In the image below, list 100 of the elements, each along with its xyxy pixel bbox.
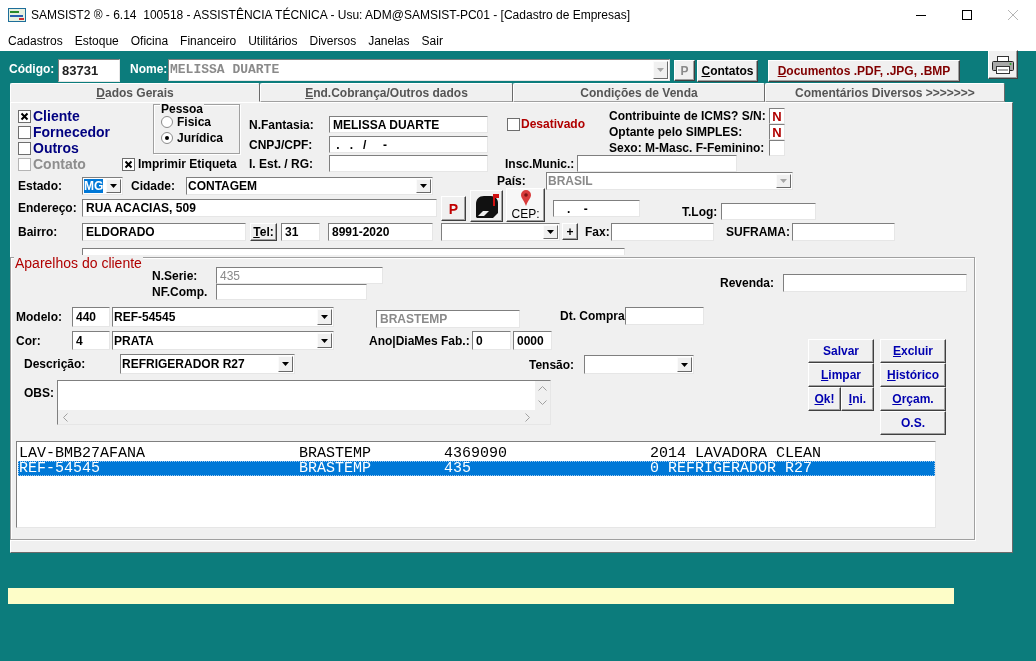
invoice-field[interactable] [216, 284, 367, 300]
year-field[interactable]: 0 [472, 331, 511, 350]
purchase-date-field[interactable] [625, 307, 704, 325]
postal-code-field[interactable]: . - [553, 200, 640, 217]
menu-item[interactable]: Janelas [362, 33, 416, 48]
notes-field[interactable] [57, 380, 551, 425]
mailbox-button[interactable] [470, 190, 503, 222]
tax-id-field[interactable]: . . / - [329, 136, 488, 153]
checkbox[interactable] [18, 125, 31, 139]
model-dropdown[interactable]: REF-54545 [112, 307, 334, 327]
checkbox-label: Contato [33, 156, 86, 172]
state-registration-field[interactable] [329, 155, 488, 172]
cep-button[interactable]: CEP: [506, 188, 545, 222]
district-field[interactable]: ELDORADO [82, 223, 246, 241]
caret-down-icon [547, 230, 554, 234]
list-cell-text: 435 [443, 461, 472, 476]
description-dropdown[interactable]: REFRIGERADOR R27 [120, 354, 295, 374]
checkbox-label: Imprimir Etiqueta [138, 157, 237, 171]
field-label: Dt. Compra [560, 308, 625, 325]
fax-field[interactable] [611, 223, 714, 241]
field-label: Revenda: [720, 275, 776, 292]
chevron-up-icon [538, 385, 547, 391]
address-field[interactable]: RUA ACACIAS, 509 [82, 199, 437, 217]
tab[interactable]: Comentários Diversos >>>>>>> [765, 83, 1005, 102]
voltage-dropdown[interactable] [584, 355, 694, 374]
checkbox[interactable] [18, 109, 31, 123]
checkbox[interactable] [18, 141, 31, 155]
flag-field[interactable]: N [769, 124, 785, 140]
checkbox-label: Outros [33, 140, 79, 156]
radio-button[interactable] [161, 132, 173, 144]
dropdown-button[interactable] [278, 356, 293, 372]
list-cell: 0 REFRIGERADOR R27 [649, 461, 813, 476]
field-label: Endereço: [18, 200, 78, 217]
list-cell-text: LAV-BMB27AFANA [18, 446, 147, 461]
trade-name-field[interactable]: MELISSA DUARTE [329, 116, 488, 133]
menu-item[interactable]: Diversos [303, 33, 363, 48]
list-row[interactable]: REF-54545 BRASTEMP 435 0 REFRIGERADOR R27 [18, 461, 935, 476]
dropdown-button[interactable] [317, 333, 332, 348]
menu-item[interactable]: Estoque [68, 33, 125, 48]
action-button[interactable]: Salvar [808, 339, 874, 363]
list-row[interactable]: LAV-BMB27AFANA BRASTEMP 4369090 2014 LAVADORA CLEAN [18, 446, 935, 461]
city-dropdown[interactable]: CONTAGEM [186, 177, 433, 195]
menu-item[interactable]: Oficina [124, 33, 175, 48]
flag-field[interactable]: N [769, 108, 785, 124]
dropdown-button[interactable] [317, 309, 332, 325]
documents-button[interactable]: Documentos .PDF, .JPG, .BMP [768, 60, 960, 82]
code-field[interactable]: 83731 [58, 59, 120, 82]
action-button[interactable]: Excluir [880, 339, 946, 363]
phone-type-dropdown[interactable] [441, 223, 560, 241]
list-cell-text: BRASTEMP [298, 446, 372, 461]
reseller-field[interactable] [783, 274, 967, 292]
add-button[interactable]: + [562, 223, 578, 240]
menu-item[interactable]: Financeiro [174, 33, 243, 48]
state-dropdown[interactable]: MG [82, 177, 123, 195]
suframa-field[interactable] [792, 223, 895, 241]
checkbox-label: Cliente [33, 108, 80, 124]
dropdown-button[interactable] [677, 357, 692, 372]
dropdown-button[interactable] [416, 179, 431, 193]
action-button[interactable]: O.S. [880, 411, 946, 435]
print-button[interactable] [988, 50, 1018, 79]
list-cell-text: 4369090 [443, 446, 508, 461]
tab[interactable]: Condições de Venda [513, 83, 765, 102]
dropdown-button[interactable] [543, 225, 558, 239]
minimize-icon [916, 14, 926, 16]
area-code-field[interactable]: 31 [281, 223, 320, 241]
checkbox[interactable] [507, 117, 520, 131]
tab[interactable]: Dados Gerais [10, 83, 260, 102]
action-button[interactable]: Histórico [880, 363, 946, 387]
close-icon [1008, 10, 1018, 20]
phone-button[interactable]: Tel: [250, 223, 277, 241]
day-month-field[interactable]: 0000 [513, 331, 552, 350]
list-cell-text: BRASTEMP [298, 461, 372, 476]
field-label: País: [497, 174, 527, 188]
action-button[interactable]: Ini. [841, 387, 874, 411]
device-list[interactable]: LAV-BMB27AFANA BRASTEMP 4369090 2014 LAVADORA CLEAN REF-54545 BRASTEMP 435 0 REFRIGERADOR R27 [16, 441, 936, 528]
phone-field[interactable]: 8991-2020 [328, 223, 433, 241]
menu-item[interactable]: Utilitários [242, 33, 304, 48]
dropdown-button[interactable] [106, 179, 121, 193]
p-button[interactable]: P [441, 196, 466, 221]
street-type-field[interactable] [721, 203, 816, 220]
checkbox[interactable] [122, 157, 135, 171]
list-cell: 2014 LAVADORA CLEAN [649, 446, 822, 461]
action-button[interactable]: Limpar [808, 363, 874, 387]
contacts-button[interactable]: Contatos [697, 60, 758, 82]
map-pin-icon [520, 190, 531, 206]
model-code-field[interactable]: 440 [72, 307, 110, 327]
color-code-field[interactable]: 4 [72, 331, 110, 350]
field-label: Nome: [130, 61, 168, 78]
menu-item[interactable]: Sair [415, 33, 449, 48]
action-button[interactable]: Orçam. [880, 387, 946, 411]
menu-item[interactable]: Cadastros [2, 33, 69, 48]
action-button[interactable]: Ok! [808, 387, 841, 411]
municipal-registration-field[interactable] [577, 155, 737, 172]
flag-field[interactable] [769, 140, 785, 156]
field-label: OBS: [24, 386, 55, 400]
radio-button[interactable] [161, 116, 173, 128]
color-dropdown[interactable]: PRATA [112, 331, 334, 350]
tab[interactable]: End.Cobrança/Outros dados [260, 83, 513, 102]
input-field[interactable] [82, 248, 625, 255]
field-label: Cor: [16, 332, 42, 350]
